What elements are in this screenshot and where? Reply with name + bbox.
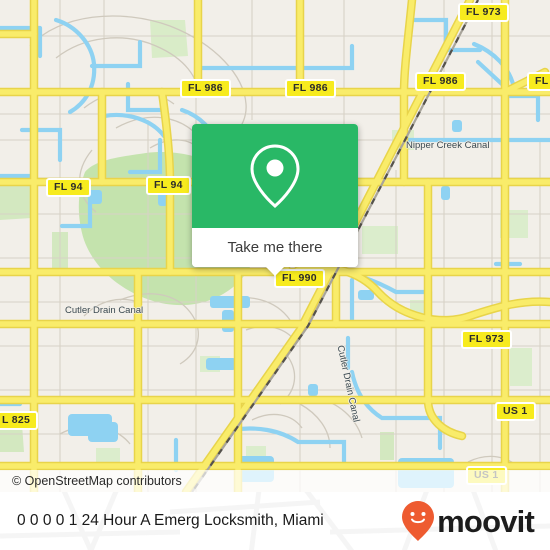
road-shield-fl9-clipped: FL 9 <box>527 72 550 91</box>
moovit-wordmark: moovit <box>437 503 535 539</box>
footer-bar: 0 0 0 0 1 24 Hour A Emerg Locksmith, Mia… <box>0 492 550 550</box>
osm-attribution[interactable]: © OpenStreetMap contributors <box>0 470 550 492</box>
location-popup-card[interactable]: Take me there <box>192 124 358 276</box>
popup-tail-pointer <box>265 266 285 276</box>
take-me-there-button[interactable]: Take me there <box>192 228 358 267</box>
water-label-nipper-creek-canal: Nipper Creek Canal <box>406 140 490 151</box>
road-shield-fl973-a: FL 973 <box>458 3 509 22</box>
road-shield-fl825-clipped: L 825 <box>0 411 39 430</box>
moovit-map-page: FL 986 FL 986 FL 986 FL 973 FL 9 FL 94 F… <box>0 0 550 550</box>
road-shield-fl986-b: FL 986 <box>285 79 336 98</box>
map-pin-icon <box>250 144 300 208</box>
road-shield-us1-a: US 1 <box>495 402 536 421</box>
popup-image-area <box>192 124 358 228</box>
water-label-cutler-drain-canal-west: Cutler Drain Canal <box>65 305 144 316</box>
moovit-smiley-pin-icon <box>402 501 435 541</box>
road-shield-fl973-b: FL 973 <box>461 330 512 349</box>
page-title: 0 0 0 0 1 24 Hour A Emerg Locksmith, Mia… <box>17 512 324 529</box>
road-shield-fl986-a: FL 986 <box>180 79 231 98</box>
road-shield-fl94-b: FL 94 <box>146 176 191 195</box>
moovit-brand[interactable]: moovit <box>401 492 535 550</box>
road-shield-fl986-c: FL 986 <box>415 72 466 91</box>
road-shield-fl94-a: FL 94 <box>46 178 91 197</box>
